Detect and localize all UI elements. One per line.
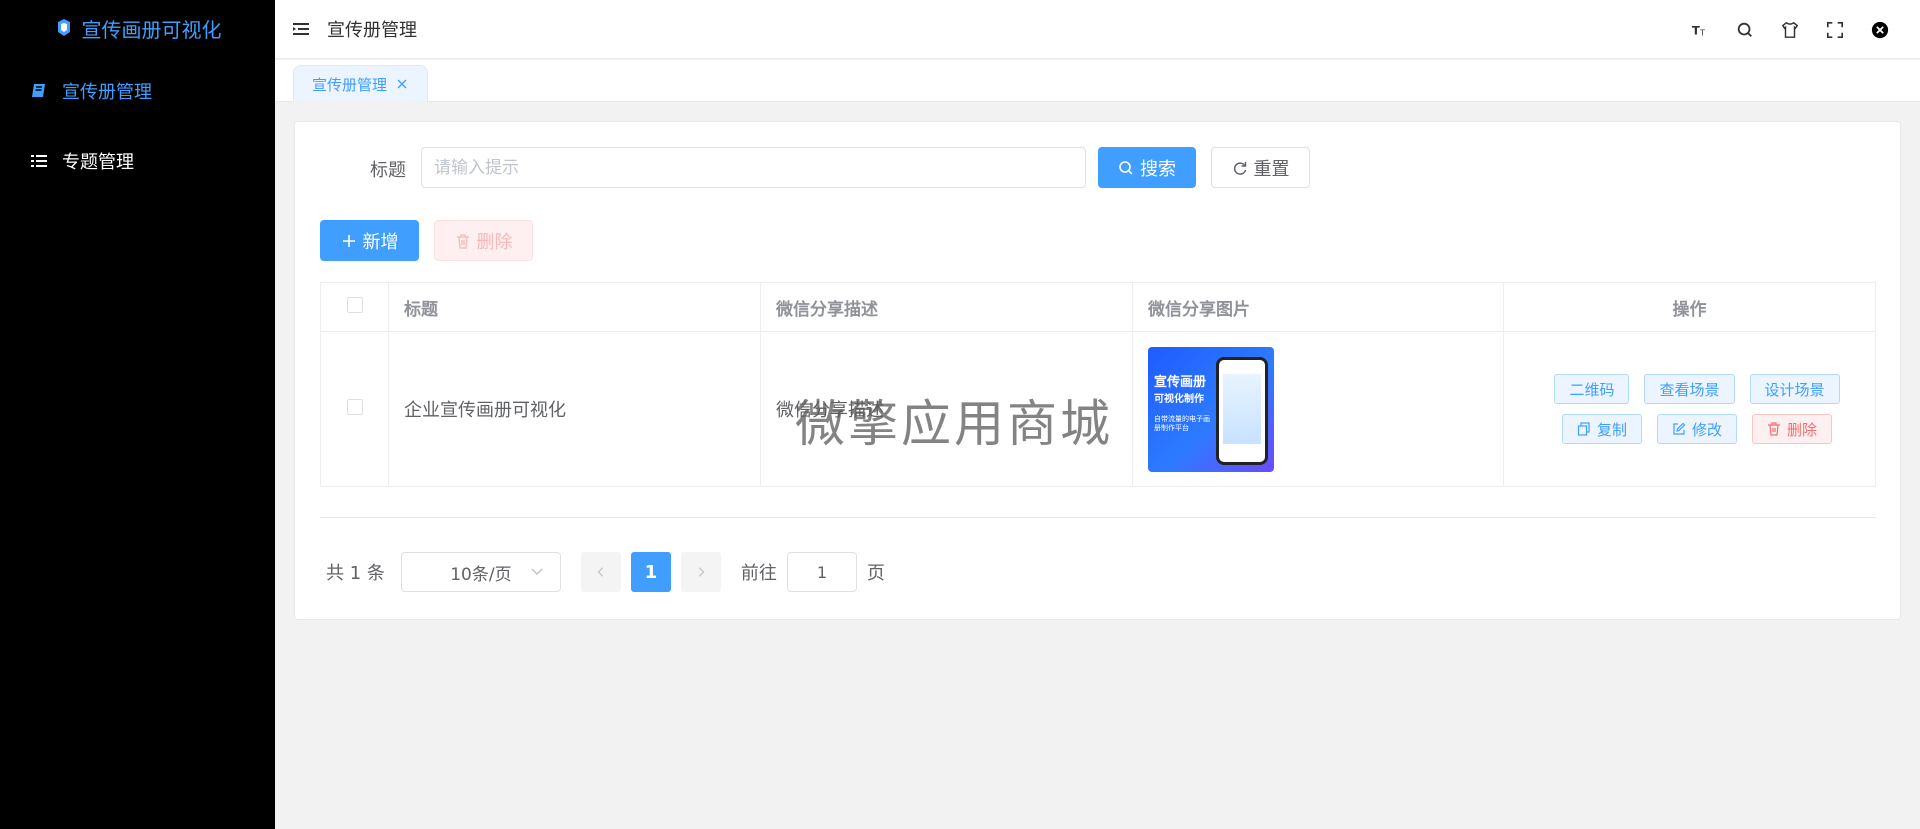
svg-text:T: T (1699, 27, 1705, 37)
search-icon[interactable] (1735, 20, 1755, 40)
app-title: 宣传画册可视化 (81, 17, 222, 42)
edit-button[interactable]: 修改 (1656, 414, 1737, 444)
next-page-button[interactable] (680, 552, 721, 592)
batch-delete-button[interactable]: 删除 (434, 220, 533, 261)
cell-actions: 二维码 查看场景 设计场景 复制 修改 删除 (1503, 331, 1876, 487)
share-image-line3: 自带流量的电子画册制作平台 (1154, 414, 1210, 432)
search-label: 标题 (370, 160, 406, 181)
chevron-left-icon (597, 567, 604, 577)
column-header-image: 微信分享图片 (1132, 282, 1504, 332)
close-icon[interactable] (395, 77, 409, 91)
share-image-line1: 宣传画册 (1154, 374, 1207, 390)
pagination-total: 共 1 条 (326, 563, 385, 584)
menu-collapse-icon[interactable] (291, 19, 311, 39)
page-suffix-label: 页 (866, 563, 885, 584)
column-header-description: 微信分享描述 (760, 282, 1133, 332)
reset-button[interactable]: 重置 (1211, 147, 1310, 188)
edit-icon (1673, 422, 1686, 435)
book-icon (32, 84, 45, 97)
svg-text:T: T (1692, 23, 1700, 37)
view-scene-label: 查看场景 (1659, 380, 1720, 399)
chevron-down-icon (531, 568, 543, 576)
cell-title: 企业宣传画册可视化 (388, 331, 761, 487)
tab-brochure-management[interactable]: 宣传册管理 (293, 65, 428, 102)
logo-icon (57, 19, 70, 36)
plus-icon (342, 234, 355, 247)
divider (320, 517, 1876, 518)
delete-button[interactable]: 删除 (1752, 414, 1833, 444)
search-icon (1119, 160, 1133, 175)
row-checkbox-cell (320, 331, 389, 487)
sidebar-item-label: 宣传册管理 (62, 82, 152, 103)
font-size-icon[interactable]: TT (1690, 20, 1710, 40)
chevron-right-icon (698, 567, 705, 577)
search-input[interactable] (421, 147, 1086, 188)
app-logo[interactable]: 宣传画册可视化 (0, 0, 275, 56)
header-tools: TT (1690, 0, 1890, 59)
delete-label: 删除 (1787, 420, 1818, 439)
copy-label: 复制 (1596, 420, 1627, 439)
cell-description: 微信分享描述 (760, 331, 1133, 487)
phone-mockup (1216, 356, 1268, 465)
page-number-current[interactable]: 1 (630, 552, 671, 592)
table-row: 企业宣传画册可视化 微信分享描述 宣传画册 可视化制作 自带流量的电子画册制作平… (320, 331, 1876, 487)
column-header-title: 标题 (388, 282, 761, 332)
close-circle-icon[interactable] (1870, 20, 1890, 40)
breadcrumb: 宣传册管理 (327, 20, 417, 41)
theme-shirt-icon[interactable] (1780, 20, 1800, 40)
share-image-line2: 可视化制作 (1154, 393, 1204, 405)
top-header: 宣传册管理 TT (275, 0, 1920, 59)
sidebar-item-brochure[interactable]: 宣传册管理 (0, 56, 275, 126)
page-size-value: 10条/页 (450, 564, 512, 585)
trash-icon (456, 233, 469, 249)
add-button[interactable]: 新增 (320, 220, 419, 261)
search-button-label: 搜索 (1140, 158, 1176, 180)
trash-icon (1768, 422, 1780, 436)
prev-page-button[interactable] (580, 552, 621, 592)
search-form: 标题 搜索 重置 (295, 147, 1900, 189)
main-card: 标题 搜索 重置 新增 删除 标题 微信分享描述 微信分享图片 操作 (294, 121, 1901, 620)
design-scene-label: 设计场景 (1764, 380, 1825, 399)
fullscreen-icon[interactable] (1825, 20, 1845, 40)
edit-label: 修改 (1691, 420, 1722, 439)
column-header-actions: 操作 (1503, 282, 1876, 332)
list-icon (31, 155, 47, 167)
sidebar-item-label: 专题管理 (62, 152, 134, 173)
qrcode-button[interactable]: 二维码 (1554, 374, 1630, 404)
add-button-label: 新增 (362, 231, 399, 253)
refresh-icon (1233, 161, 1246, 175)
view-scene-button[interactable]: 查看场景 (1644, 374, 1735, 404)
copy-button[interactable]: 复制 (1561, 414, 1642, 444)
sidebar-item-topic[interactable]: 专题管理 (0, 126, 275, 196)
table-header-row: 标题 微信分享描述 微信分享图片 操作 (320, 282, 1876, 332)
goto-label: 前往 (740, 563, 777, 584)
goto-page-input[interactable] (786, 552, 857, 592)
sidebar: 宣传画册可视化 宣传册管理 专题管理 (0, 0, 275, 829)
design-scene-button[interactable]: 设计场景 (1749, 374, 1840, 404)
tabs-bar: 宣传册管理 (275, 60, 1920, 102)
row-checkbox[interactable] (346, 398, 363, 415)
share-image-thumbnail[interactable]: 宣传画册 可视化制作 自带流量的电子画册制作平台 (1148, 346, 1274, 472)
select-all-checkbox[interactable] (346, 296, 363, 313)
pagination: 共 1 条 10条/页 1 前往 页 (320, 552, 885, 592)
header-checkbox-cell (320, 282, 389, 332)
copy-icon (1577, 422, 1590, 436)
brochure-table: 标题 微信分享描述 微信分享图片 操作 企业宣传画册可视化 微信分享描述 宣传画… (320, 282, 1876, 487)
batch-delete-label: 删除 (476, 231, 513, 253)
qrcode-label: 二维码 (1569, 380, 1615, 399)
tab-label: 宣传册管理 (311, 75, 387, 94)
search-button[interactable]: 搜索 (1098, 147, 1196, 188)
page-size-select[interactable]: 10条/页 (400, 552, 561, 592)
reset-button-label: 重置 (1253, 158, 1290, 180)
cell-image: 宣传画册 可视化制作 自带流量的电子画册制作平台 (1132, 331, 1504, 487)
